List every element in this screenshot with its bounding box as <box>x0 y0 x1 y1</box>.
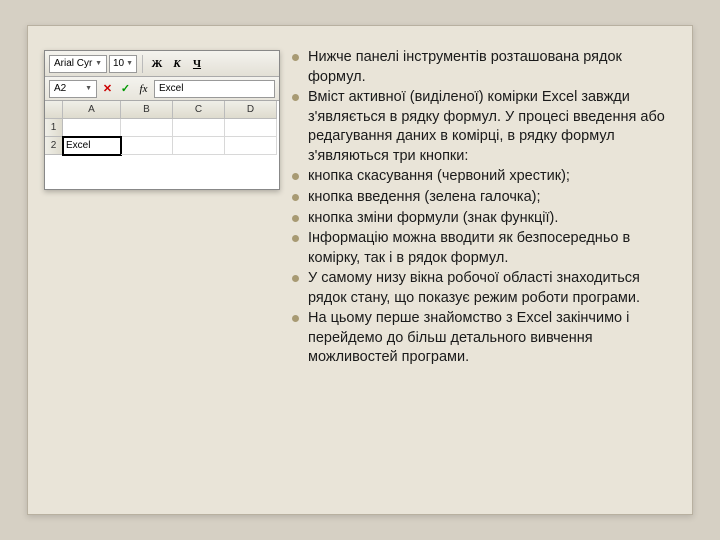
list-item: Нижче панелі інструментів розташована ря… <box>290 48 676 87</box>
fx-button[interactable]: fx <box>136 81 151 97</box>
toolbar-separator <box>142 55 143 73</box>
font-name-value: Arial Cyr <box>54 58 92 69</box>
cell-c1[interactable] <box>173 119 225 137</box>
spreadsheet-grid: A B C D 1 2 Excel <box>45 101 279 189</box>
list-item: кнопка скасування (червоний хрестик); <box>290 167 676 187</box>
cancel-button[interactable]: ✕ <box>100 81 115 97</box>
bold-button[interactable]: Ж <box>148 55 166 73</box>
col-header-a[interactable]: A <box>63 101 121 119</box>
excel-format-toolbar: Arial Cyr ▼ 10 ▼ Ж К Ч <box>45 51 279 77</box>
cell-d1[interactable] <box>225 119 277 137</box>
name-box[interactable]: A2 ▼ <box>49 80 97 98</box>
font-size-value: 10 <box>113 58 124 69</box>
chevron-down-icon: ▼ <box>126 60 133 67</box>
cell-b1[interactable] <box>121 119 173 137</box>
row-header-2[interactable]: 2 <box>45 137 63 155</box>
list-item: Вміст активної (виділеної) комірки Excel… <box>290 88 676 166</box>
chevron-down-icon: ▼ <box>85 85 92 92</box>
cell-reference: A2 <box>54 83 66 94</box>
excel-screenshot: Arial Cyr ▼ 10 ▼ Ж К Ч A2 ▼ ✕ ✓ f <box>44 50 280 190</box>
cell-a1[interactable] <box>63 119 121 137</box>
cell-a2-active[interactable]: Excel <box>63 137 121 155</box>
left-column: Arial Cyr ▼ 10 ▼ Ж К Ч A2 ▼ ✕ ✓ f <box>44 40 280 500</box>
cell-b2[interactable] <box>121 137 173 155</box>
formula-input[interactable]: Excel <box>154 80 275 98</box>
right-column: Нижче панелі інструментів розташована ря… <box>290 40 676 500</box>
col-header-d[interactable]: D <box>225 101 277 119</box>
list-item: кнопка введення (зелена галочка); <box>290 188 676 208</box>
formula-bar: A2 ▼ ✕ ✓ fx Excel <box>45 77 279 101</box>
font-name-combo[interactable]: Arial Cyr ▼ <box>49 55 107 73</box>
col-header-c[interactable]: C <box>173 101 225 119</box>
underline-button[interactable]: Ч <box>188 55 206 73</box>
list-item: Інформацію можна вводити як безпосереднь… <box>290 229 676 268</box>
col-header-b[interactable]: B <box>121 101 173 119</box>
cell-c2[interactable] <box>173 137 225 155</box>
enter-button[interactable]: ✓ <box>118 81 133 97</box>
cell-d2[interactable] <box>225 137 277 155</box>
formula-value: Excel <box>159 83 183 94</box>
font-size-combo[interactable]: 10 ▼ <box>109 55 137 73</box>
list-item: кнопка зміни формули (знак функції). <box>290 209 676 229</box>
chevron-down-icon: ▼ <box>95 60 102 67</box>
slide-card: Arial Cyr ▼ 10 ▼ Ж К Ч A2 ▼ ✕ ✓ f <box>27 25 693 515</box>
bullet-list: Нижче панелі інструментів розташована ря… <box>290 48 676 368</box>
list-item: У самому низу вікна робочої області знах… <box>290 269 676 308</box>
italic-button[interactable]: К <box>168 55 186 73</box>
row-header-1[interactable]: 1 <box>45 119 63 137</box>
select-all-corner[interactable] <box>45 101 63 119</box>
list-item: На цьому перше знайомство з Excel закінч… <box>290 309 676 368</box>
